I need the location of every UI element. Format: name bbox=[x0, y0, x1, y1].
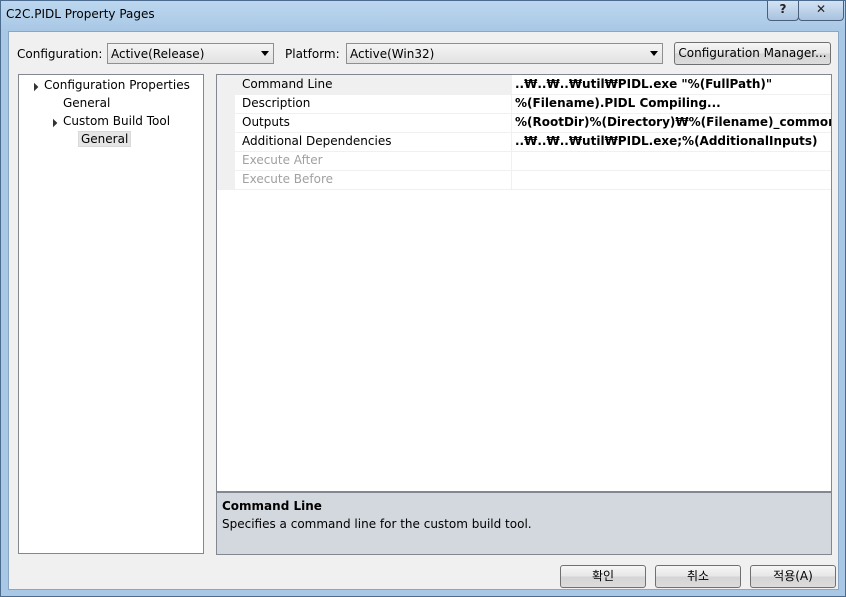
tree-item-custom-build-general[interactable]: General bbox=[78, 131, 132, 147]
row-gutter bbox=[217, 170, 235, 189]
property-value[interactable]: ..₩..₩..₩util₩PIDL.exe "%(FullPath)" bbox=[515, 77, 772, 91]
row-gutter bbox=[217, 132, 235, 151]
property-tree: Configuration Properties General Custom … bbox=[18, 74, 204, 554]
platform-value: Active(Win32) bbox=[350, 47, 435, 61]
property-pages-window: C2C.PIDL Property Pages ? ✕ Configuratio… bbox=[0, 0, 846, 597]
configuration-label: Configuration: bbox=[17, 47, 103, 61]
description-panel: Command Line Specifies a command line fo… bbox=[216, 492, 832, 555]
window-title: C2C.PIDL Property Pages bbox=[6, 7, 155, 21]
column-divider bbox=[511, 75, 512, 94]
property-row-outputs[interactable]: Outputs %(RootDir)%(Directory)₩%(Filenam… bbox=[217, 113, 831, 133]
row-gutter bbox=[217, 94, 235, 113]
column-divider bbox=[511, 170, 512, 189]
expand-triangle-icon[interactable] bbox=[48, 118, 58, 128]
configuration-value: Active(Release) bbox=[111, 47, 205, 61]
platform-select[interactable]: Active(Win32) bbox=[346, 43, 663, 64]
property-name: Execute After bbox=[242, 153, 323, 167]
chevron-down-icon bbox=[650, 51, 658, 56]
description-text: Specifies a command line for the custom … bbox=[222, 517, 532, 531]
row-gutter bbox=[217, 75, 235, 94]
row-gutter bbox=[217, 151, 235, 170]
cancel-button[interactable]: 취소 bbox=[655, 565, 741, 588]
configuration-select[interactable]: Active(Release) bbox=[107, 43, 274, 64]
property-row-execute-before[interactable]: Execute Before bbox=[217, 170, 831, 190]
property-row-execute-after[interactable]: Execute After bbox=[217, 151, 831, 171]
chevron-down-icon bbox=[261, 51, 269, 56]
property-name: Description bbox=[242, 96, 311, 110]
property-row-description[interactable]: Description %(Filename).PIDL Compiling..… bbox=[217, 94, 831, 114]
title-bar: C2C.PIDL Property Pages ? ✕ bbox=[1, 1, 845, 29]
column-divider bbox=[511, 94, 512, 113]
apply-button[interactable]: 적용(A) bbox=[750, 565, 836, 588]
property-row-additional-dependencies[interactable]: Additional Dependencies ..₩..₩..₩util₩PI… bbox=[217, 132, 831, 152]
property-value[interactable]: %(Filename).PIDL Compiling... bbox=[515, 96, 721, 110]
tree-item-custom-build-tool[interactable]: Custom Build Tool bbox=[63, 114, 170, 128]
tree-item-configuration-properties[interactable]: Configuration Properties bbox=[44, 78, 190, 92]
property-name: Outputs bbox=[242, 115, 290, 129]
property-grid: Command Line ..₩..₩..₩util₩PIDL.exe "%(F… bbox=[216, 74, 832, 492]
dialog-client: Configuration: Active(Release) Platform:… bbox=[8, 31, 839, 590]
property-name: Additional Dependencies bbox=[242, 134, 392, 148]
property-name: Command Line bbox=[242, 77, 333, 91]
column-divider bbox=[511, 132, 512, 151]
property-value[interactable]: %(RootDir)%(Directory)₩%(Filename)_commo… bbox=[515, 115, 831, 129]
expand-triangle-icon[interactable] bbox=[29, 82, 39, 92]
configuration-manager-button[interactable]: Configuration Manager... bbox=[674, 42, 831, 65]
description-title: Command Line bbox=[222, 499, 322, 513]
property-row-command-line[interactable]: Command Line ..₩..₩..₩util₩PIDL.exe "%(F… bbox=[217, 75, 831, 95]
row-gutter bbox=[217, 113, 235, 132]
tree-item-general[interactable]: General bbox=[63, 96, 110, 110]
property-value[interactable]: ..₩..₩..₩util₩PIDL.exe;%(AdditionalInput… bbox=[515, 134, 817, 148]
help-button[interactable]: ? bbox=[767, 1, 799, 21]
close-button[interactable]: ✕ bbox=[798, 1, 844, 21]
column-divider bbox=[511, 151, 512, 170]
ok-button[interactable]: 확인 bbox=[560, 565, 646, 588]
column-divider bbox=[511, 113, 512, 132]
platform-label: Platform: bbox=[285, 47, 340, 61]
property-name: Execute Before bbox=[242, 172, 334, 186]
